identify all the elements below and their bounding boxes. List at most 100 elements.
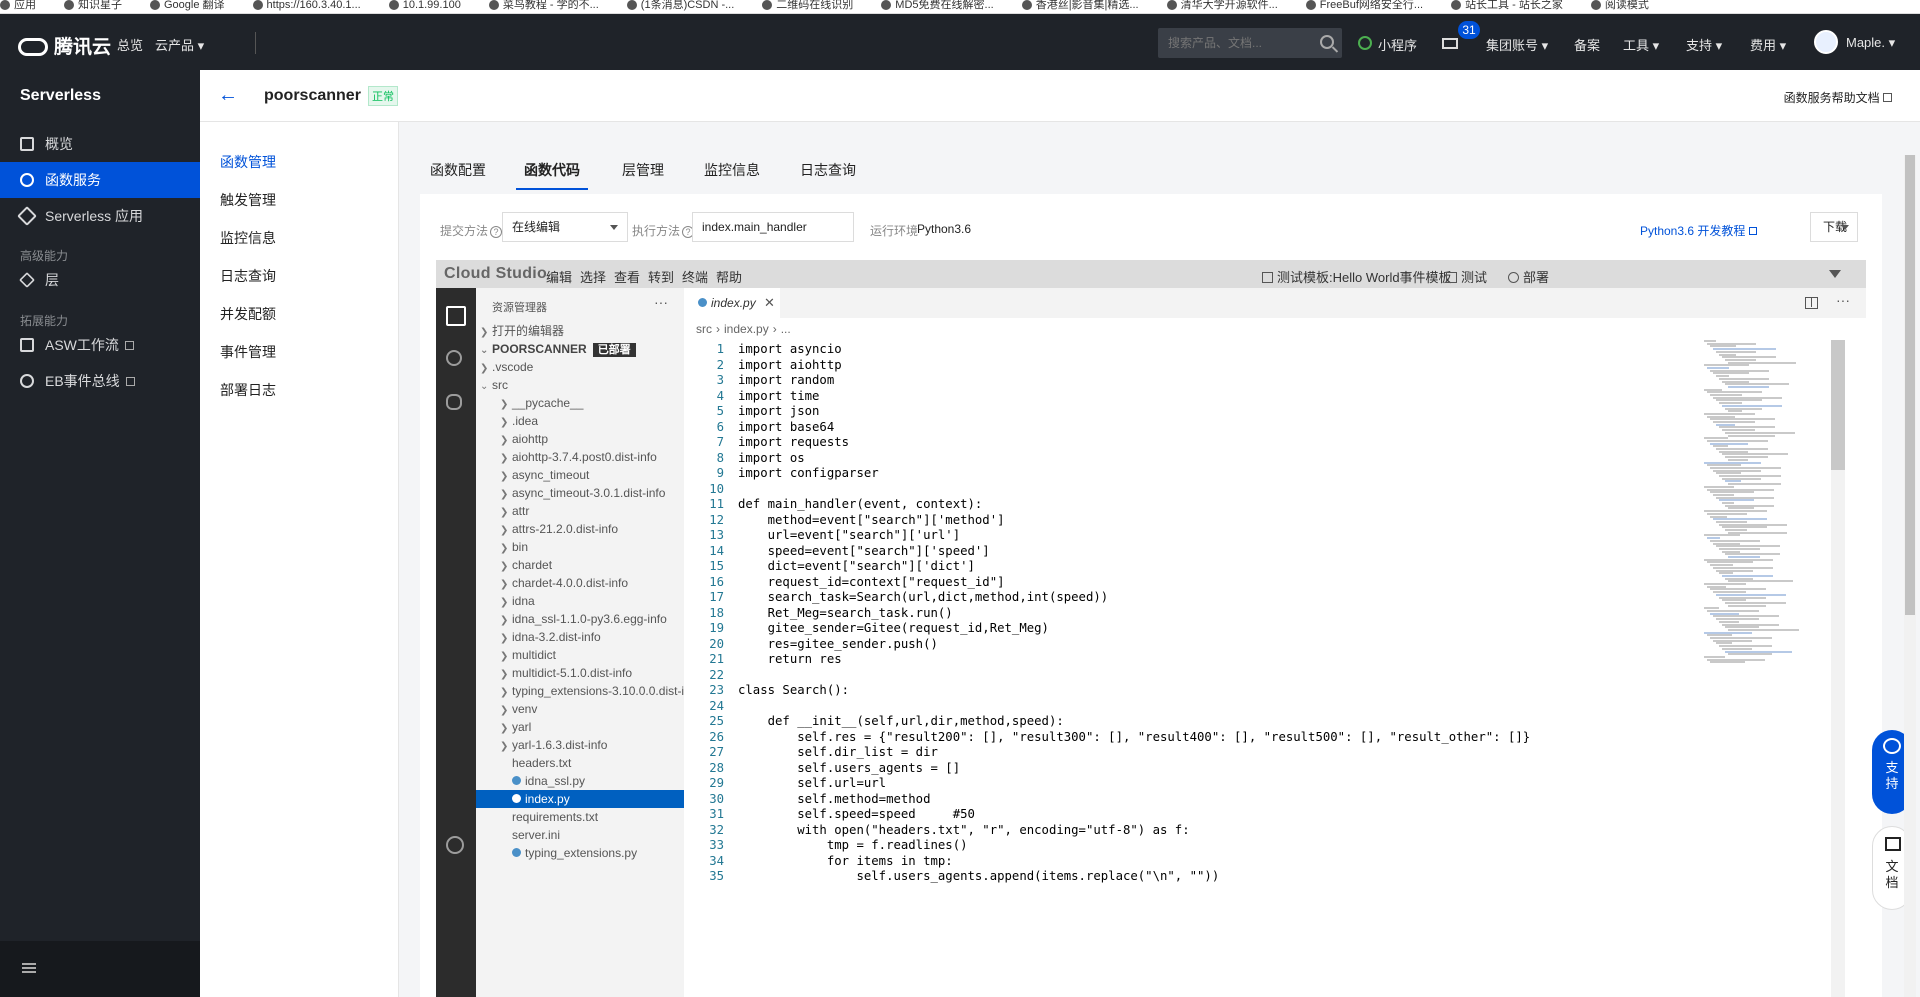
tree-file[interactable]: idna_ssl.py	[476, 772, 684, 790]
tab-log-query[interactable]: 日志查询	[800, 158, 856, 190]
search-icon[interactable]	[1320, 35, 1334, 49]
test-template-selector[interactable]: 测试模板:Hello World事件模板	[1262, 267, 1452, 286]
submit-method-select[interactable]: 在线编辑	[502, 212, 628, 242]
sidebar-item-layer[interactable]: 层	[0, 262, 200, 298]
open-editors-section[interactable]: ❯ 打开的编辑器	[476, 322, 684, 340]
tree-file[interactable]: headers.txt	[476, 754, 684, 772]
tree-folder[interactable]: ❯ yarl	[476, 718, 684, 736]
tree-folder[interactable]: ❯ chardet-4.0.0.dist-info	[476, 574, 684, 592]
project-root[interactable]: ⌄ POORSCANNER 已部署	[476, 340, 684, 358]
scrollbar-thumb[interactable]	[1831, 340, 1845, 470]
ide-menu-goto[interactable]: 转到	[648, 267, 674, 286]
bookmark-item[interactable]: 香港丝|影音集|精选...	[1021, 0, 1139, 12]
bookmark-item[interactable]: (1条消息)CSDN -...	[626, 0, 734, 12]
submenu-concurrency-quota[interactable]: 并发配额	[220, 304, 276, 324]
ide-menu-help[interactable]: 帮助	[716, 267, 742, 286]
more-icon[interactable]: ···	[1836, 292, 1850, 308]
ide-menu-view[interactable]: 查看	[614, 267, 640, 286]
bookmark-item[interactable]: 清华大学开源软件...	[1166, 0, 1278, 12]
download-button[interactable]: 下载	[1810, 212, 1858, 242]
more-icon[interactable]: ···	[654, 294, 668, 310]
bookmark-item[interactable]: 菜鸟教程 - 学的不...	[488, 0, 599, 12]
tree-folder[interactable]: ❯ aiohttp-3.7.4.post0.dist-info	[476, 448, 684, 466]
avatar[interactable]	[1814, 30, 1838, 54]
ide-menu-terminal[interactable]: 终端	[682, 267, 708, 286]
nav-billing[interactable]: 费用 ▾	[1750, 35, 1786, 54]
ide-collapse-icon[interactable]	[1829, 270, 1841, 278]
handler-input[interactable]: index.main_handler	[692, 212, 854, 242]
search-input[interactable]	[1158, 28, 1308, 58]
files-icon[interactable]	[446, 306, 466, 326]
tree-file[interactable]: index.py	[476, 790, 684, 808]
bookmark-item[interactable]: Google 翻译	[150, 0, 225, 12]
tree-file[interactable]: requirements.txt	[476, 808, 684, 826]
search-icon[interactable]	[446, 350, 462, 366]
tab-function-code[interactable]: 函数代码	[516, 158, 588, 190]
deploy-button[interactable]: 部署	[1508, 267, 1549, 286]
ide-menu-edit[interactable]: 编辑	[546, 267, 572, 286]
tree-folder[interactable]: ❯ bin	[476, 538, 684, 556]
mail-icon[interactable]	[1442, 38, 1458, 49]
breadcrumb-file[interactable]: index.py	[724, 322, 769, 336]
nav-support[interactable]: 支持 ▾	[1686, 35, 1722, 54]
sidebar-item-function-service[interactable]: 函数服务	[0, 162, 200, 198]
tab-function-config[interactable]: 函数配置	[430, 158, 486, 190]
sidebar-item-eb[interactable]: EB事件总线	[0, 363, 200, 399]
close-icon[interactable]: ✕	[764, 288, 775, 318]
nav-user[interactable]: Maple. ▾	[1846, 35, 1895, 51]
tree-file[interactable]: typing_extensions.py	[476, 844, 684, 862]
tree-folder[interactable]: ❯ venv	[476, 700, 684, 718]
submenu-function-management[interactable]: 函数管理	[220, 152, 276, 172]
split-editor-icon[interactable]	[1805, 297, 1818, 309]
tree-folder[interactable]: ❯ idna-3.2.dist-info	[476, 628, 684, 646]
sidebar-item-asw[interactable]: ASW工作流	[0, 327, 200, 363]
sidebar-item-overview[interactable]: 概览	[0, 126, 200, 162]
nav-mini-program[interactable]: 小程序	[1378, 35, 1417, 54]
tree-folder[interactable]: ❯ idna_ssl-1.1.0-py3.6.egg-info	[476, 610, 684, 628]
nav-group-account[interactable]: 集团账号 ▾	[1486, 35, 1548, 54]
tree-folder[interactable]: ❯ async_timeout	[476, 466, 684, 484]
gear-icon[interactable]	[446, 836, 464, 854]
tree-folder[interactable]: ❯ multidict-5.1.0.dist-info	[476, 664, 684, 682]
page-scrollbar[interactable]	[1904, 155, 1916, 997]
tree-folder[interactable]: ❯ idna	[476, 592, 684, 610]
help-icon[interactable]: ?	[490, 226, 503, 238]
bookmark-item[interactable]: 知识星子	[64, 0, 122, 12]
nav-products[interactable]: 云产品 ▾	[155, 35, 204, 54]
tab-layer-management[interactable]: 层管理	[622, 158, 664, 190]
tree-folder[interactable]: ❯ chardet	[476, 556, 684, 574]
bookmark-item[interactable]: https://160.3.40.1...	[252, 0, 361, 11]
bookmark-item[interactable]: 阅读模式	[1590, 0, 1649, 12]
breadcrumb-symbol[interactable]: ...	[781, 322, 791, 336]
breadcrumb-src[interactable]: src	[696, 322, 712, 336]
bookmark-item[interactable]: 站长工具 - 站长之家	[1451, 0, 1563, 12]
minimap[interactable]	[1704, 340, 1822, 670]
tree-folder[interactable]: ❯ async_timeout-3.0.1.dist-info	[476, 484, 684, 502]
back-arrow-icon[interactable]: ←	[218, 84, 238, 107]
ide-menu-select[interactable]: 选择	[580, 267, 606, 286]
submenu-trigger-management[interactable]: 触发管理	[220, 190, 276, 210]
tree-folder[interactable]: ❯ .idea	[476, 412, 684, 430]
tree-folder[interactable]: ❯ __pycache__	[476, 394, 684, 412]
submenu-log-query[interactable]: 日志查询	[220, 266, 276, 286]
nav-overview[interactable]: 总览	[117, 35, 143, 54]
submenu-deploy-log[interactable]: 部署日志	[220, 380, 276, 400]
tree-folder[interactable]: ❯ .vscode	[476, 358, 684, 376]
sidebar-item-serverless-app[interactable]: Serverless 应用	[0, 198, 200, 234]
test-button[interactable]: 测试	[1446, 267, 1487, 286]
nav-filing[interactable]: 备案	[1574, 35, 1600, 54]
bookmark-item[interactable]: 10.1.99.100	[388, 0, 461, 11]
tree-folder[interactable]: ❯ attrs-21.2.0.dist-info	[476, 520, 684, 538]
submenu-monitoring[interactable]: 监控信息	[220, 228, 276, 248]
submenu-event-management[interactable]: 事件管理	[220, 342, 276, 362]
page-scrollbar-thumb[interactable]	[1905, 155, 1915, 615]
tab-monitoring[interactable]: 监控信息	[704, 158, 760, 190]
global-search[interactable]	[1158, 28, 1342, 58]
source-control-icon[interactable]	[446, 394, 462, 410]
bookmark-item[interactable]: 应用	[0, 0, 36, 12]
nav-tools[interactable]: 工具 ▾	[1623, 35, 1659, 54]
bookmark-item[interactable]: 二维码在线识别	[762, 0, 853, 12]
bookmark-item[interactable]: MD5免费在线解密...	[881, 0, 994, 12]
tree-folder[interactable]: ❯ typing_extensions-3.10.0.0.dist-info	[476, 682, 684, 700]
tree-folder[interactable]: ⌄ src	[476, 376, 684, 394]
